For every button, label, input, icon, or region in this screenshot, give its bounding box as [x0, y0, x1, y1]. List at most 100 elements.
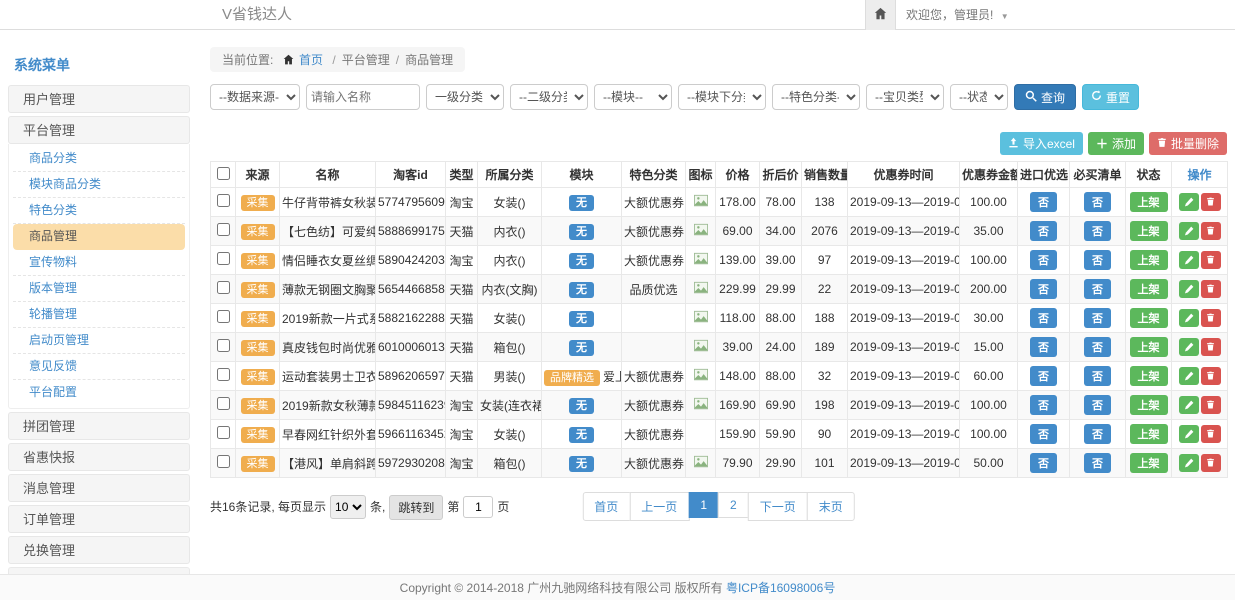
edit-button[interactable] — [1179, 396, 1199, 414]
page-prev[interactable]: 上一页 — [629, 492, 689, 521]
status-button[interactable]: 上架 — [1130, 192, 1168, 212]
delete-button[interactable] — [1201, 425, 1221, 443]
edit-button[interactable] — [1179, 193, 1199, 211]
import-select-toggle[interactable]: 否 — [1030, 424, 1057, 444]
row-checkbox[interactable] — [217, 252, 230, 265]
import-select-toggle[interactable]: 否 — [1030, 366, 1057, 386]
must-buy-toggle[interactable]: 否 — [1084, 366, 1111, 386]
must-buy-toggle[interactable]: 否 — [1084, 279, 1111, 299]
import-select-toggle[interactable]: 否 — [1030, 279, 1057, 299]
add-button[interactable]: ＋ 添加 — [1088, 132, 1144, 155]
sidebar-group-user-mgmt[interactable]: 用户管理 — [8, 85, 190, 113]
sidebar-item-carousel-mgmt[interactable]: 轮播管理 — [13, 302, 185, 328]
must-buy-toggle[interactable]: 否 — [1084, 424, 1111, 444]
reset-button[interactable]: 重置 — [1082, 84, 1139, 110]
delete-button[interactable] — [1201, 396, 1221, 414]
search-input[interactable] — [306, 84, 420, 110]
row-checkbox[interactable] — [217, 455, 230, 468]
sidebar-group-exchange-mgmt[interactable]: 兑换管理 — [8, 536, 190, 564]
icp-link[interactable]: 粤ICP备16098006号 — [726, 581, 835, 595]
status-button[interactable]: 上架 — [1130, 395, 1168, 415]
sidebar-item-platform-config[interactable]: 平台配置 — [13, 380, 185, 406]
delete-button[interactable] — [1201, 193, 1221, 211]
status-button[interactable]: 上架 — [1130, 279, 1168, 299]
page-first[interactable]: 首页 — [582, 492, 630, 521]
edit-button[interactable] — [1179, 280, 1199, 298]
row-checkbox[interactable] — [217, 397, 230, 410]
row-checkbox[interactable] — [217, 281, 230, 294]
must-buy-toggle[interactable]: 否 — [1084, 453, 1111, 473]
row-checkbox[interactable] — [217, 310, 230, 323]
sidebar-item-feature-category[interactable]: 特色分类 — [13, 198, 185, 224]
must-buy-toggle[interactable]: 否 — [1084, 337, 1111, 357]
sidebar-item-goods-category[interactable]: 商品分类 — [13, 146, 185, 172]
edit-button[interactable] — [1179, 425, 1199, 443]
sidebar-group-message-mgmt[interactable]: 消息管理 — [8, 474, 190, 502]
must-buy-toggle[interactable]: 否 — [1084, 250, 1111, 270]
status-button[interactable]: 上架 — [1130, 308, 1168, 328]
import-select-toggle[interactable]: 否 — [1030, 250, 1057, 270]
page-next[interactable]: 下一页 — [748, 492, 808, 521]
delete-button[interactable] — [1201, 222, 1221, 240]
search-button[interactable]: 查询 — [1014, 84, 1076, 110]
sidebar-item-version-mgmt[interactable]: 版本管理 — [13, 276, 185, 302]
status-button[interactable]: 上架 — [1130, 453, 1168, 473]
sidebar-group-saving-express[interactable]: 省惠快报 — [8, 443, 190, 471]
sidebar-item-module-goods-category[interactable]: 模块商品分类 — [13, 172, 185, 198]
jump-page-input[interactable] — [463, 496, 493, 518]
status-select[interactable]: --状态-- — [950, 84, 1008, 110]
row-checkbox[interactable] — [217, 339, 230, 352]
delete-button[interactable] — [1201, 454, 1221, 472]
must-buy-toggle[interactable]: 否 — [1084, 192, 1111, 212]
must-buy-toggle[interactable]: 否 — [1084, 308, 1111, 328]
module-select[interactable]: --模块-- — [594, 84, 672, 110]
delete-button[interactable] — [1201, 338, 1221, 356]
user-menu[interactable]: 欢迎您，管理员! ▼ — [906, 0, 1009, 32]
sidebar-group-order-mgmt[interactable]: 订单管理 — [8, 505, 190, 533]
row-checkbox[interactable] — [217, 368, 230, 381]
sidebar-item-feedback[interactable]: 意见反馈 — [13, 354, 185, 380]
select-all-checkbox[interactable] — [217, 167, 230, 180]
item-type-select[interactable]: --宝贝类型-- — [866, 84, 944, 110]
sidebar-item-splash-page-mgmt[interactable]: 启动页管理 — [13, 328, 185, 354]
edit-button[interactable] — [1179, 251, 1199, 269]
level1-category-select[interactable]: 一级分类 — [426, 84, 504, 110]
status-button[interactable]: 上架 — [1130, 221, 1168, 241]
import-select-toggle[interactable]: 否 — [1030, 192, 1057, 212]
data-source-select[interactable]: --数据来源-- — [210, 84, 300, 110]
row-checkbox[interactable] — [217, 223, 230, 236]
import-select-toggle[interactable]: 否 — [1030, 221, 1057, 241]
sidebar-group-platform-mgmt[interactable]: 平台管理 — [8, 116, 190, 144]
edit-button[interactable] — [1179, 222, 1199, 240]
home-button[interactable] — [865, 0, 896, 30]
page-last[interactable]: 末页 — [807, 492, 855, 521]
module-subcategory-select[interactable]: --模块下分类-- — [678, 84, 766, 110]
page-1[interactable]: 1 — [688, 492, 719, 518]
jump-button[interactable]: 跳转到 — [389, 495, 443, 520]
page-2[interactable]: 2 — [718, 492, 749, 518]
delete-button[interactable] — [1201, 280, 1221, 298]
status-button[interactable]: 上架 — [1130, 366, 1168, 386]
delete-button[interactable] — [1201, 309, 1221, 327]
level2-category-select[interactable]: --二级分类-- — [510, 84, 588, 110]
status-button[interactable]: 上架 — [1130, 250, 1168, 270]
delete-button[interactable] — [1201, 367, 1221, 385]
delete-button[interactable] — [1201, 251, 1221, 269]
sidebar-item-goods-mgmt[interactable]: 商品管理 — [13, 224, 185, 250]
sidebar-item-promo-material[interactable]: 宣传物料 — [13, 250, 185, 276]
import-select-toggle[interactable]: 否 — [1030, 453, 1057, 473]
batch-delete-button[interactable]: 批量删除 — [1149, 132, 1227, 155]
edit-button[interactable] — [1179, 309, 1199, 327]
breadcrumb-home-link[interactable]: 首页 — [299, 53, 323, 67]
page-size-select[interactable]: 10 — [330, 495, 366, 519]
import-excel-button[interactable]: 导入excel — [1000, 132, 1083, 155]
row-checkbox[interactable] — [217, 194, 230, 207]
sidebar-group-group-buy-mgmt[interactable]: 拼团管理 — [8, 412, 190, 440]
status-button[interactable]: 上架 — [1130, 424, 1168, 444]
edit-button[interactable] — [1179, 454, 1199, 472]
feature-category-select[interactable]: --特色分类-- — [772, 84, 860, 110]
import-select-toggle[interactable]: 否 — [1030, 337, 1057, 357]
must-buy-toggle[interactable]: 否 — [1084, 221, 1111, 241]
must-buy-toggle[interactable]: 否 — [1084, 395, 1111, 415]
import-select-toggle[interactable]: 否 — [1030, 308, 1057, 328]
